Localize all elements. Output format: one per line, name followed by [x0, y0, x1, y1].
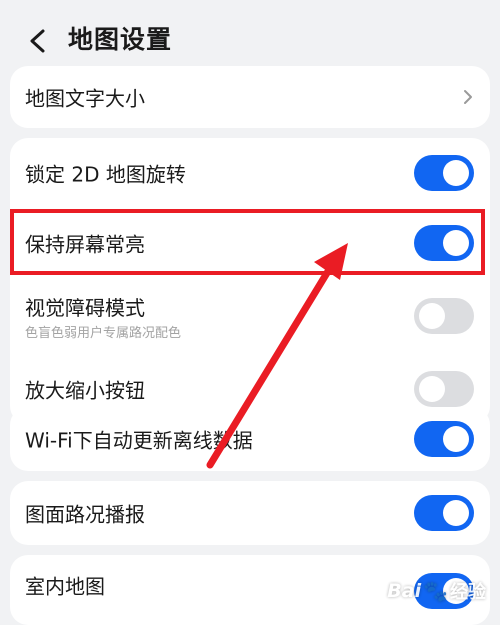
- setting-label: 保持屏幕常亮: [25, 232, 145, 257]
- baidu-paw-icon: 🐾: [423, 579, 448, 603]
- toggle-knob: [443, 500, 469, 526]
- setting-label: 放大缩小按钮: [25, 378, 145, 403]
- toggle-knob: [443, 160, 469, 186]
- setting-row-traffic-report: 图面路况播报: [10, 481, 490, 545]
- lock-2d-toggle[interactable]: [414, 155, 474, 191]
- keep-screen-on-toggle[interactable]: [414, 225, 474, 261]
- traffic-report-toggle[interactable]: [414, 495, 474, 531]
- setting-row-keep-screen-on: 保持屏幕常亮: [10, 208, 490, 278]
- colorblind-mode-toggle[interactable]: [414, 298, 474, 334]
- setting-label: 地图文字大小: [25, 86, 145, 111]
- wifi-update-toggle[interactable]: [414, 421, 474, 457]
- chevron-left-icon[interactable]: [22, 24, 56, 58]
- watermark-text: Bai: [387, 580, 422, 602]
- settings-card-display: 锁定 2D 地图旋转 保持屏幕常亮 视觉障碍模式 色盲色弱用户专属路况配色 放大…: [10, 138, 490, 424]
- setting-label: 锁定 2D 地图旋转: [25, 162, 186, 187]
- setting-row-wifi-update: Wi-Fi下自动更新离线数据: [10, 407, 490, 471]
- settings-card-text-size: 地图文字大小: [10, 66, 490, 128]
- settings-card-traffic: 图面路况播报: [10, 481, 490, 545]
- toggle-knob: [443, 230, 469, 256]
- setting-description: 色盲色弱用户专属路况配色: [25, 326, 182, 341]
- setting-label: 图面路况播报: [25, 502, 145, 527]
- setting-row-lock-2d: 锁定 2D 地图旋转: [10, 138, 490, 208]
- setting-label: 室内地图: [25, 574, 105, 599]
- watermark-suffix: 经验: [450, 582, 486, 603]
- zoom-buttons-toggle[interactable]: [414, 371, 474, 407]
- toggle-knob: [419, 303, 445, 329]
- setting-row-font-size[interactable]: 地图文字大小: [10, 66, 490, 128]
- baidu-watermark: Bai 🐾 经验: [387, 578, 486, 604]
- setting-label: 视觉障碍模式: [25, 296, 145, 320]
- toggle-knob: [443, 426, 469, 452]
- chevron-right-icon: [464, 90, 472, 104]
- settings-card-offline: Wi-Fi下自动更新离线数据: [10, 407, 490, 471]
- setting-row-colorblind-mode: 视觉障碍模式 色盲色弱用户专属路况配色: [10, 278, 490, 354]
- page-title: 地图设置: [68, 25, 173, 54]
- toggle-knob: [419, 376, 445, 402]
- setting-label: Wi-Fi下自动更新离线数据: [25, 428, 253, 453]
